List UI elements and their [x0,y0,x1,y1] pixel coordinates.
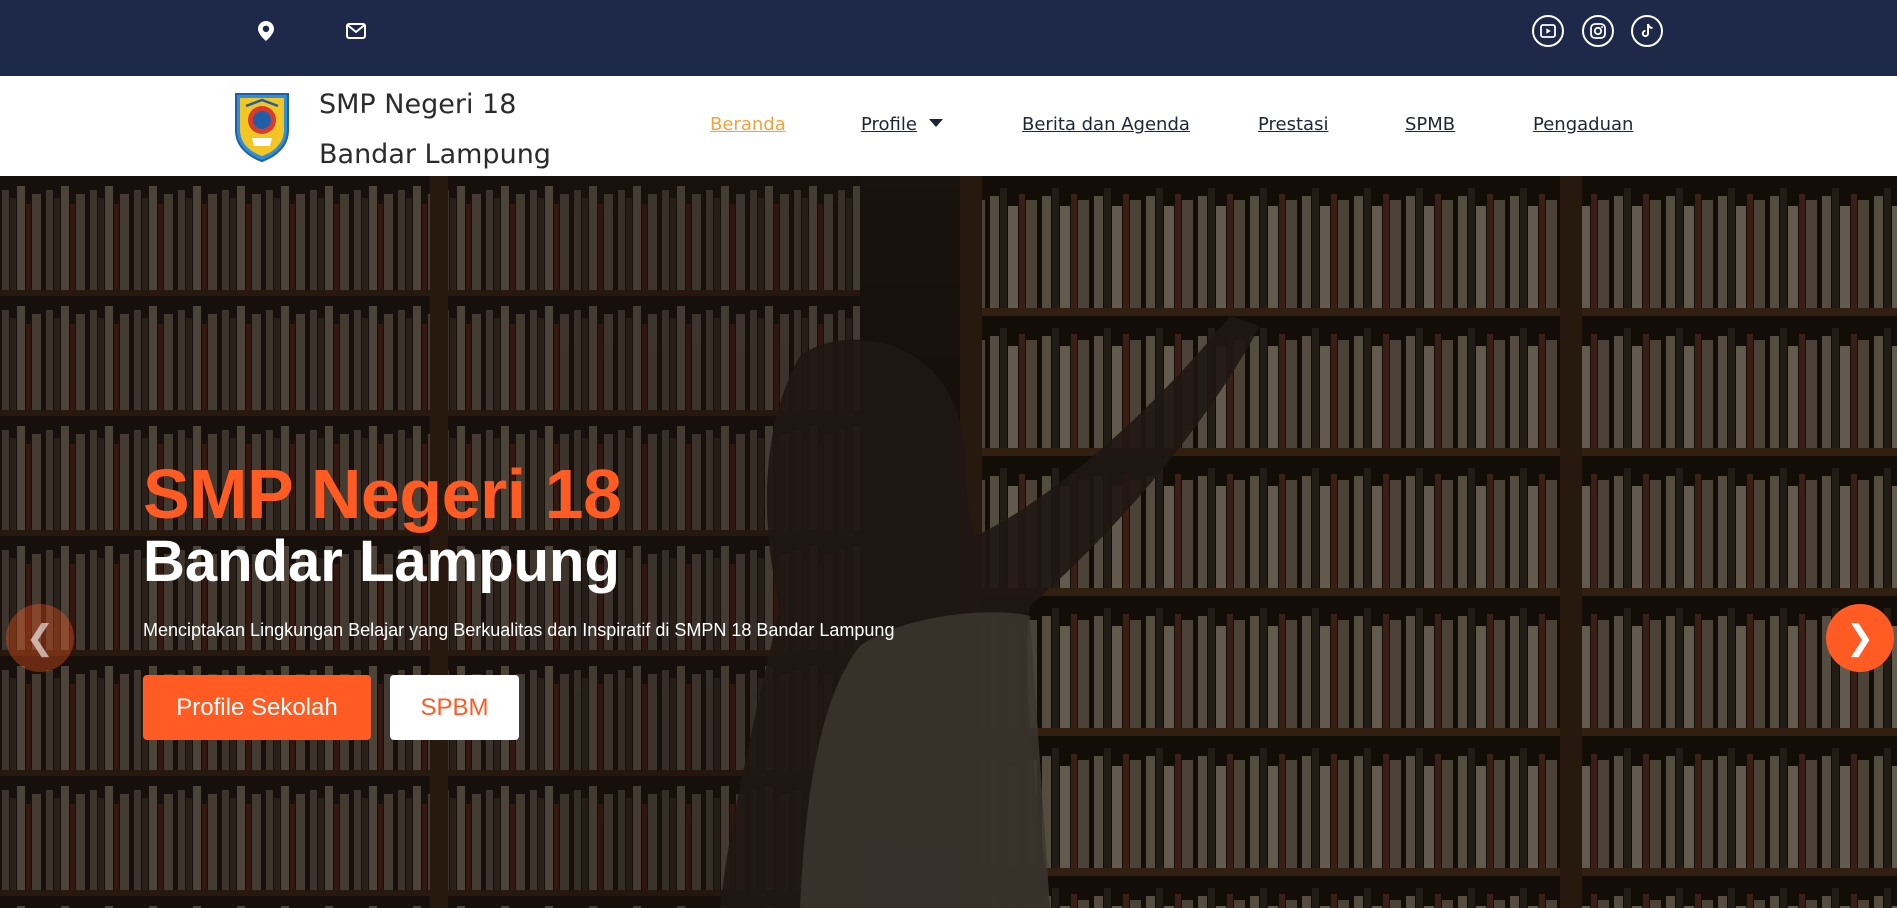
chevron-down-icon [928,119,943,127]
nav-item-prestasi[interactable]: Prestasi [1258,114,1328,135]
hero-tagline: Menciptakan Lingkungan Belajar yang Berk… [143,620,895,640]
brand-line-2: Bandar Lampung [319,139,551,170]
nav-item-pengaduan[interactable]: Pengaduan [1533,114,1633,135]
brand-line-1: SMP Negeri 18 [319,89,517,120]
slider-next-button[interactable]: ❯ [1826,604,1894,672]
youtube-icon[interactable] [1532,15,1564,47]
chevron-left-icon: ❮ [25,618,55,658]
instagram-icon[interactable] [1582,15,1614,47]
nav-item-profile-label: Profile [861,114,917,135]
site-brand[interactable]: SMP Negeri 18 Bandar Lampung [319,80,619,180]
hero-title: SMP Negeri 18 [143,455,622,533]
profile-sekolah-button[interactable]: Profile Sekolah [143,675,371,740]
nav-item-spmb[interactable]: SPMB [1405,114,1455,135]
tiktok-icon[interactable] [1631,15,1663,47]
main-navbar: SMP Negeri 18 Bandar Lampung Beranda Pro… [0,76,1897,176]
nav-item-profile[interactable]: Profile [861,114,943,135]
chevron-right-icon: ❯ [1845,618,1875,658]
nav-item-berita-dan-agenda[interactable]: Berita dan Agenda [1022,114,1190,135]
spbm-button[interactable]: SPBM [390,675,519,740]
school-logo[interactable] [230,86,294,163]
slider-prev-button[interactable]: ❮ [6,604,74,672]
envelope-icon[interactable] [343,18,369,44]
location-pin-icon[interactable] [253,18,279,44]
top-bar [0,0,1897,76]
hero-subtitle-heading: Bandar Lampung [143,529,620,594]
nav-item-beranda[interactable]: Beranda [710,114,786,135]
hero-slider: SMP Negeri 18 Bandar Lampung Menciptakan… [0,176,1897,908]
